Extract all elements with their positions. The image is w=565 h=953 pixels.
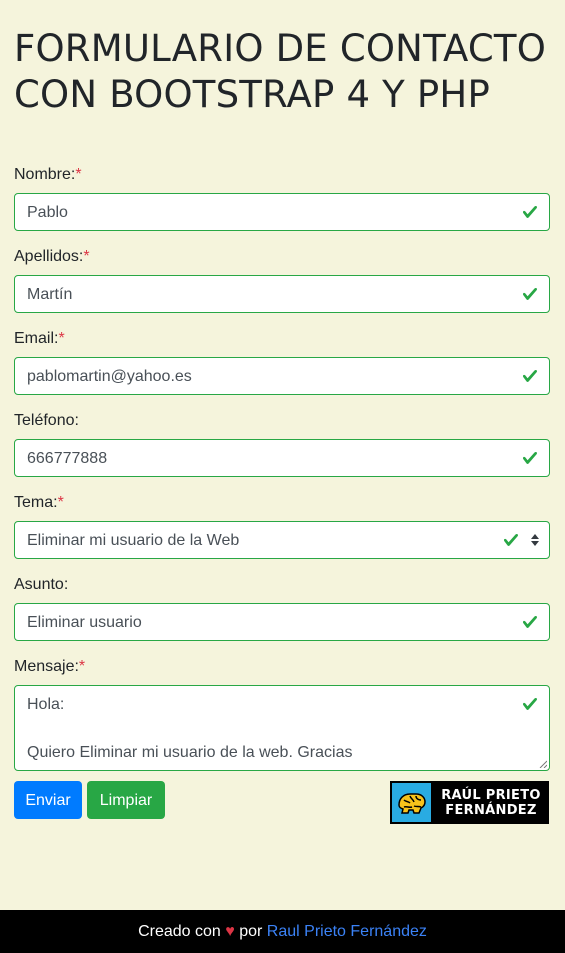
heart-icon: ♥ — [225, 923, 235, 940]
resize-grip-icon[interactable] — [539, 760, 547, 768]
mensaje-line-1: Hola: — [27, 696, 65, 713]
footer-prefix: Creado con — [138, 923, 221, 940]
email-value: pablomartin@yahoo.es — [27, 368, 192, 385]
mensaje-textarea[interactable]: Hola: Quiero Eliminar mi usuario de la w… — [14, 685, 550, 771]
required-marker: * — [58, 330, 65, 347]
apellidos-label: Apellidos:* — [14, 248, 90, 265]
tema-label: Tema:* — [14, 494, 64, 511]
tema-value: Eliminar mi usuario de la Web — [27, 532, 240, 549]
check-icon — [522, 370, 537, 382]
apellidos-group: Apellidos:* Martín — [14, 247, 550, 313]
email-label: Email:* — [14, 330, 65, 347]
check-icon — [522, 288, 537, 300]
email-input[interactable]: pablomartin@yahoo.es — [14, 357, 550, 395]
check-icon — [503, 534, 518, 546]
page-footer: Creado con ♥ por Raul Prieto Fernández — [0, 910, 565, 953]
tema-select[interactable]: Eliminar mi usuario de la Web — [14, 521, 550, 559]
button-row: Enviar Limpiar RAÚL PRIETO FERNÁNDEZ — [14, 781, 550, 824]
mensaje-label: Mensaje:* — [14, 658, 86, 675]
telefono-input[interactable]: 666777888 — [14, 439, 550, 477]
asunto-input[interactable]: Eliminar usuario — [14, 603, 550, 641]
page-container: FORMULARIO DE CONTACTO CON BOOTSTRAP 4 Y… — [0, 0, 565, 824]
apellidos-value: Martín — [27, 286, 73, 303]
required-marker: * — [83, 248, 90, 265]
apellidos-input[interactable]: Martín — [14, 275, 550, 313]
contact-form: Nombre:* Pablo Apellidos:* Martín Email:… — [14, 165, 550, 824]
asunto-label: Asunto: — [14, 576, 69, 593]
telefono-group: Teléfono: 666777888 — [14, 411, 550, 477]
brand-name: RAÚL PRIETO FERNÁNDEZ — [441, 788, 541, 818]
telefono-label: Teléfono: — [14, 412, 79, 429]
page-title: FORMULARIO DE CONTACTO CON BOOTSTRAP 4 Y… — [14, 27, 547, 116]
sort-arrows-icon — [531, 534, 539, 546]
required-marker: * — [75, 166, 82, 183]
tema-group: Tema:* Eliminar mi usuario de la Web — [14, 493, 550, 559]
reset-button[interactable]: Limpiar — [87, 781, 165, 819]
brain-logo-icon — [392, 783, 431, 822]
footer-middle: por — [239, 923, 263, 940]
mensaje-line-2: Quiero Eliminar mi usuario de la web. Gr… — [27, 744, 353, 761]
asunto-value: Eliminar usuario — [27, 614, 142, 631]
author-link[interactable]: Raul Prieto Fernández — [267, 923, 427, 940]
check-icon — [522, 452, 537, 464]
nombre-group: Nombre:* Pablo — [14, 165, 550, 231]
nombre-value: Pablo — [27, 204, 68, 221]
submit-button[interactable]: Enviar — [14, 781, 82, 819]
author-brand-logo[interactable]: RAÚL PRIETO FERNÁNDEZ — [390, 781, 549, 824]
telefono-value: 666777888 — [27, 450, 108, 467]
email-group: Email:* pablomartin@yahoo.es — [14, 329, 550, 395]
mensaje-group: Mensaje:* Hola: Quiero Eliminar mi usuar… — [14, 657, 550, 771]
check-icon — [522, 616, 537, 628]
required-marker: * — [78, 658, 86, 675]
required-marker: * — [57, 494, 64, 511]
asunto-group: Asunto: Eliminar usuario — [14, 575, 550, 641]
check-icon — [522, 206, 537, 218]
check-icon — [522, 698, 537, 710]
nombre-input[interactable]: Pablo — [14, 193, 550, 231]
nombre-label: Nombre:* — [14, 166, 82, 183]
